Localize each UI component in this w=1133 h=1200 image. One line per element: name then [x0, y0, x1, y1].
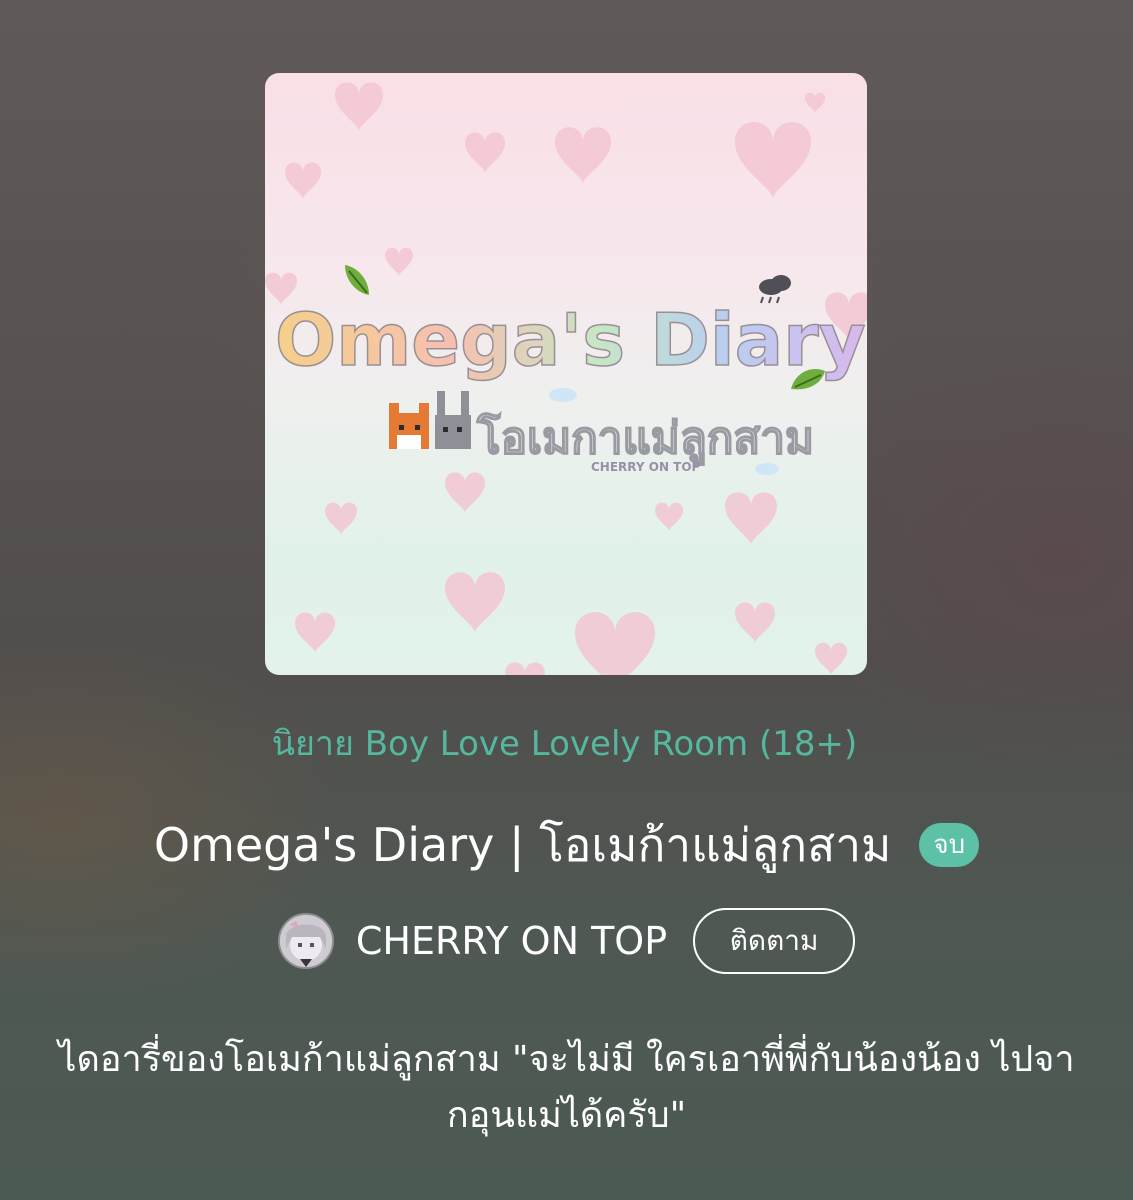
avatar-icon[interactable] — [277, 913, 334, 969]
story-title: Omega's Diary | โอเมก้าแม่ลูกสาม — [153, 818, 892, 872]
fox-icon — [389, 403, 429, 449]
cover-art-subtitle: โอเมกาแม่ลูกสาม — [476, 411, 814, 465]
title-row: Omega's Diary | โอเมก้าแม่ลูกสาม จบ — [0, 815, 1133, 875]
author-row: CHERRY ON TOP ติดตาม — [0, 907, 1133, 975]
author-name[interactable]: CHERRY ON TOP — [356, 916, 667, 966]
follow-button[interactable]: ติดตาม — [693, 908, 856, 974]
cover-image[interactable]: Omega's Diary โอเมกาแม่ลูกสาม CHERRY ON … — [265, 73, 867, 675]
category-link[interactable]: นิยาย Boy Love Lovely Room (18+) — [0, 720, 1133, 768]
story-description: ไดอารี่ของโอเมก้าแม่ลูกสาม "จะไม่มี ใครเ… — [58, 1039, 1075, 1136]
status-badge: จบ — [919, 823, 980, 867]
rabbit-icon — [435, 391, 471, 449]
cover-art-title: Omega's Diary — [275, 298, 866, 382]
cover-art-credit: CHERRY ON TOP — [591, 460, 701, 474]
